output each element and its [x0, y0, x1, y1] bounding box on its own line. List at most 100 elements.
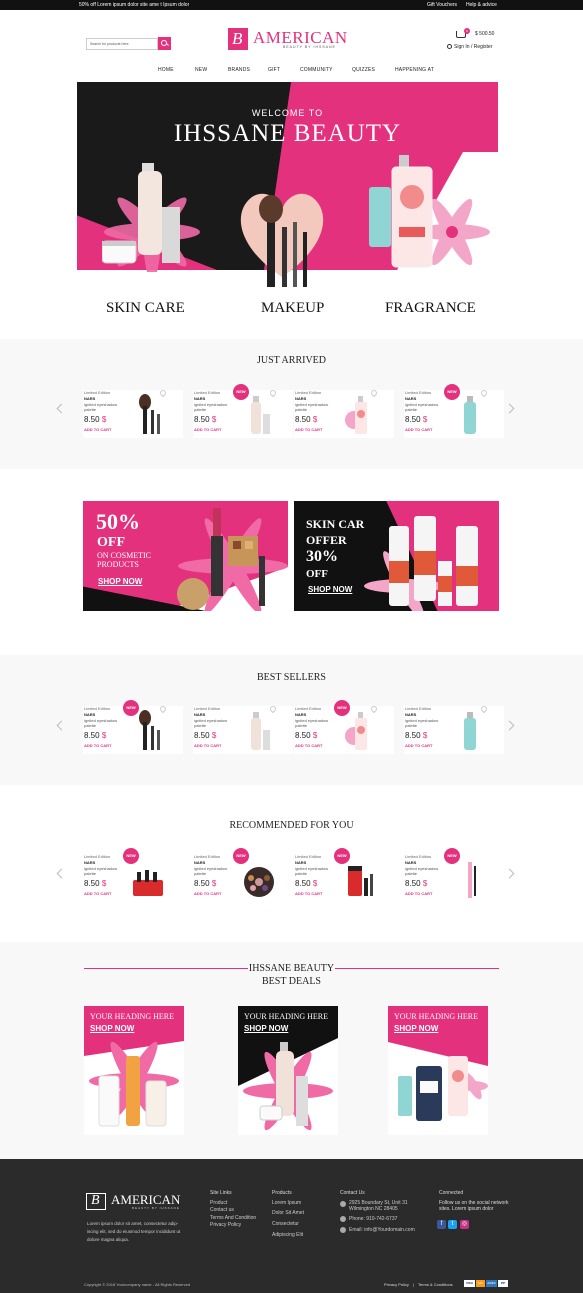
- product-card[interactable]: Limited Edition NARS ignited eyeshadow p…: [404, 384, 504, 438]
- add-to-cart-button[interactable]: ADD TO CART: [194, 743, 221, 748]
- product-price: 8.50 $: [84, 415, 106, 424]
- product-card[interactable]: Limited Edition NARS ignited eyeshadow p…: [193, 848, 293, 902]
- offer-banner-skincare[interactable]: SKIN CAR OFFER 30% OFF SHOP NOW: [294, 501, 499, 611]
- footer-product-link[interactable]: Dolor Sit Amet: [272, 1210, 304, 1216]
- shop-now-link[interactable]: SHOP NOW: [98, 577, 142, 586]
- product-name: ignited eyeshadow palette: [194, 402, 228, 412]
- footer-product-link[interactable]: Lorem Ipsum: [272, 1200, 301, 1206]
- price-value: 8.50: [405, 879, 421, 888]
- nav-community[interactable]: COMMUNITY: [300, 67, 333, 73]
- footer-product-link[interactable]: Consectetur: [272, 1221, 299, 1227]
- help-link[interactable]: Help & advice: [466, 0, 497, 10]
- footer-connected-text: Follow us on the social network sites. L…: [439, 1200, 509, 1212]
- product-card[interactable]: Limited Edition NARS ignited eyeshadow p…: [83, 848, 183, 902]
- product-card[interactable]: Limited Edition NARS ignited eyeshadow p…: [404, 704, 504, 754]
- deal-shop-now[interactable]: SHOP NOW: [90, 1024, 134, 1033]
- deal-shop-now[interactable]: SHOP NOW: [394, 1024, 438, 1033]
- offer-line1: SKIN CAR: [306, 517, 365, 531]
- nav-home[interactable]: HOME: [158, 67, 174, 73]
- footer-privacy-link[interactable]: Privacy Policy: [384, 1282, 409, 1287]
- price-currency: $: [211, 731, 217, 740]
- add-to-cart-button[interactable]: ADD TO CART: [405, 891, 432, 896]
- gift-vouchers-link[interactable]: Gift Vouchers: [427, 0, 457, 10]
- product-card[interactable]: Limited Edition NARS ignited eyeshadow p…: [83, 388, 183, 438]
- footer-product-link[interactable]: Adipiscing Elit: [272, 1232, 303, 1238]
- email-icon: [340, 1227, 346, 1233]
- price-currency: $: [101, 415, 107, 424]
- add-to-cart-button[interactable]: ADD TO CART: [405, 743, 432, 748]
- footer-logo-mark[interactable]: B: [86, 1193, 106, 1210]
- deal-card[interactable]: YOUR HEADING HERE SHOP NOW: [84, 1006, 184, 1135]
- price-currency: $: [422, 415, 428, 424]
- add-to-cart-button[interactable]: ADD TO CART: [295, 743, 322, 748]
- offer-sub2: PRODUCTS: [97, 560, 139, 569]
- add-to-cart-button[interactable]: ADD TO CART: [194, 891, 221, 896]
- product-price: 8.50 $: [194, 415, 216, 424]
- shop-now-link[interactable]: SHOP NOW: [308, 585, 352, 594]
- offer-banner-cosmetic[interactable]: 50% OFF ON COSMETIC PRODUCTS SHOP NOW: [83, 501, 288, 611]
- recommended-next-arrow[interactable]: [504, 868, 515, 879]
- instagram-icon[interactable]: ◎: [460, 1220, 469, 1229]
- product-edition: Limited Edition: [84, 706, 111, 711]
- nav-quizzes[interactable]: QUIZZES: [352, 67, 375, 73]
- product-price: 8.50 $: [405, 731, 427, 740]
- deal-shop-now[interactable]: SHOP NOW: [244, 1024, 288, 1033]
- search-button[interactable]: [158, 37, 171, 50]
- nav-new[interactable]: NEW: [195, 67, 207, 73]
- add-to-cart-button[interactable]: ADD TO CART: [84, 743, 111, 748]
- product-edition: Limited Edition: [295, 706, 322, 711]
- add-to-cart-button[interactable]: ADD TO CART: [295, 891, 322, 896]
- recommended-prev-arrow[interactable]: [56, 868, 67, 879]
- price-value: 8.50: [84, 731, 100, 740]
- product-card[interactable]: Limited Edition NARS ignited eyeshadow p…: [193, 704, 293, 754]
- price-value: 8.50: [295, 415, 311, 424]
- product-price: 8.50 $: [84, 879, 106, 888]
- product-brand: NARS: [194, 712, 206, 717]
- product-image: [348, 866, 373, 896]
- cart-amount[interactable]: $ 500.50: [475, 31, 494, 37]
- deal-card[interactable]: YOUR HEADING HERE SHOP NOW: [238, 1006, 338, 1135]
- footer-link-contact[interactable]: Contact us: [210, 1207, 234, 1213]
- footer-terms-link[interactable]: Terms & Conditions: [418, 1282, 453, 1287]
- signin-link[interactable]: Sign In / Register: [454, 44, 492, 50]
- add-to-cart-button[interactable]: ADD TO CART: [405, 427, 432, 432]
- footer-contact-title: Contact Us: [340, 1190, 365, 1196]
- footer-link-terms[interactable]: Terms And Condition: [210, 1215, 256, 1221]
- product-edition: Limited Edition: [84, 854, 111, 859]
- price-currency: $: [211, 879, 217, 888]
- search-input[interactable]: Search for products here: [86, 38, 158, 50]
- product-name: ignited eyeshadow palette: [295, 866, 329, 876]
- add-to-cart-button[interactable]: ADD TO CART: [295, 427, 322, 432]
- product-card[interactable]: Limited Edition NARS ignited eyeshadow p…: [294, 388, 394, 438]
- logo-mark[interactable]: B: [228, 28, 248, 50]
- product-card[interactable]: Limited Edition NARS ignited eyeshadow p…: [193, 384, 293, 438]
- deal-heading: YOUR HEADING HERE: [394, 1012, 478, 1021]
- nav-brands[interactable]: BRANDS: [228, 67, 250, 73]
- hero-makeup-link[interactable]: MAKEUP: [261, 300, 324, 317]
- product-card[interactable]: Limited Edition NARS ignited eyeshadow p…: [83, 700, 183, 754]
- price-value: 8.50: [84, 415, 100, 424]
- footer-link-privacy[interactable]: Privacy Policy: [210, 1222, 241, 1228]
- skincare-bottles-image: [364, 516, 478, 611]
- price-currency: $: [422, 731, 428, 740]
- visa-icon: VISA: [464, 1280, 475, 1287]
- hero-banner[interactable]: WELCOME TO IHSSANE BEAUTY SKIN CARE MAKE…: [77, 82, 498, 339]
- twitter-icon[interactable]: t: [448, 1220, 457, 1229]
- deal-card[interactable]: YOUR HEADING HERE SHOP NOW: [388, 1006, 488, 1135]
- product-brand: NARS: [295, 712, 307, 717]
- add-to-cart-button[interactable]: ADD TO CART: [84, 427, 111, 432]
- product-card[interactable]: Limited Edition NARS ignited eyeshadow p…: [294, 700, 394, 754]
- nav-happening-at[interactable]: HAPPENING AT: [395, 67, 434, 73]
- hero-skincare-link[interactable]: SKIN CARE: [106, 300, 185, 317]
- add-to-cart-button[interactable]: ADD TO CART: [194, 427, 221, 432]
- hero-fragrance-link[interactable]: FRAGRANCE: [385, 300, 476, 317]
- add-to-cart-button[interactable]: ADD TO CART: [84, 891, 111, 896]
- product-card[interactable]: Limited Edition NARS ignited eyeshadow p…: [404, 848, 504, 902]
- product-image: [464, 396, 476, 434]
- product-card[interactable]: Limited Edition NARS ignited eyeshadow p…: [294, 848, 394, 902]
- footer-link-product[interactable]: Product: [210, 1200, 227, 1206]
- facebook-icon[interactable]: f: [437, 1220, 446, 1229]
- footer-email[interactable]: Email: info@Yourdomain.com: [349, 1227, 415, 1233]
- nav-gift[interactable]: GIFT: [268, 67, 280, 73]
- logo-tagline: BEAUTY BY IHSSANE: [283, 45, 336, 49]
